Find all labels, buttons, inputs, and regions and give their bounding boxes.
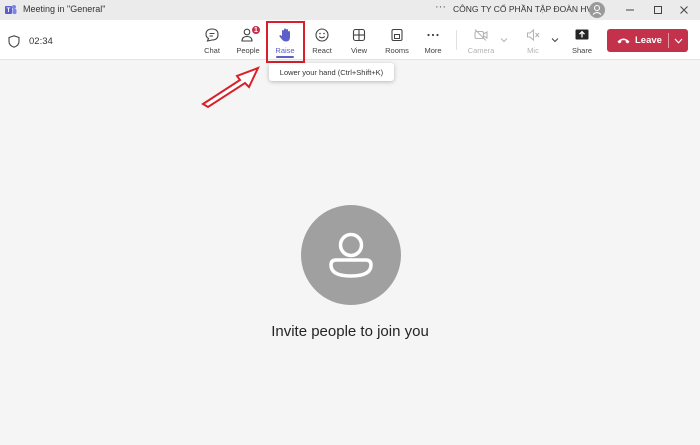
invite-message: Invite people to join you	[271, 323, 429, 340]
participant-avatar	[301, 205, 401, 305]
highlight-box	[266, 21, 305, 63]
organization-name[interactable]: CÔNG TY CỔ PHẦN TẬP ĐOÀN HVN	[453, 4, 598, 14]
rooms-label: Rooms	[385, 46, 409, 55]
leave-divider	[668, 33, 669, 48]
share-label: Share	[571, 46, 592, 55]
meeting-timer: 02:34	[29, 36, 53, 47]
teams-icon: T	[5, 5, 17, 14]
chevron-down-icon[interactable]	[551, 37, 559, 43]
chat-label: Chat	[204, 46, 220, 55]
more-options-icon[interactable]: ···	[435, 1, 446, 13]
camera-off-icon	[474, 29, 488, 41]
raise-hand-tooltip: Lower your hand (Ctrl+Shift+K)	[269, 63, 394, 81]
shield-icon[interactable]	[8, 35, 20, 48]
camera-button[interactable]: Camera	[464, 23, 498, 57]
more-button[interactable]: More	[416, 23, 450, 57]
mic-button[interactable]: Mic	[516, 23, 550, 57]
chat-button[interactable]: Chat	[195, 23, 229, 57]
leave-label: Leave	[635, 35, 662, 46]
arrow-icon	[201, 66, 260, 109]
smiley-icon	[315, 28, 329, 42]
people-button[interactable]: 1 People	[231, 23, 265, 57]
phone-icon	[617, 38, 630, 44]
rooms-icon	[391, 28, 403, 42]
avatar-icon	[329, 232, 373, 278]
title-bar: T Meeting in "General" ··· CÔNG TY CỔ PH…	[0, 0, 700, 20]
share-icon	[575, 29, 589, 40]
mic-off-icon	[526, 28, 540, 42]
meeting-toolbar: 02:34 Chat 1 People Raise React View Roo…	[0, 20, 700, 60]
account-avatar[interactable]	[589, 2, 605, 18]
people-count-badge: 1	[251, 25, 261, 35]
rooms-button[interactable]: Rooms	[380, 23, 414, 57]
leave-button[interactable]: Leave	[607, 29, 688, 52]
people-label: People	[236, 46, 260, 55]
grid-icon	[352, 28, 366, 42]
chevron-down-icon[interactable]	[500, 37, 508, 43]
react-button[interactable]: React	[305, 23, 339, 57]
toolbar-divider	[456, 30, 457, 50]
svg-text:T: T	[7, 8, 11, 14]
minimize-icon[interactable]	[622, 2, 638, 18]
react-label: React	[312, 46, 332, 55]
chat-icon	[205, 28, 219, 42]
avatar-icon	[592, 5, 602, 15]
more-icon	[427, 33, 439, 37]
view-label: View	[350, 46, 368, 55]
window-title: Meeting in "General"	[23, 4, 106, 14]
view-button[interactable]: View	[342, 23, 376, 57]
share-button[interactable]: Share	[565, 23, 599, 57]
chevron-down-icon[interactable]	[674, 38, 683, 44]
camera-label: Camera	[467, 46, 495, 55]
mic-label: Mic	[527, 46, 539, 55]
maximize-icon[interactable]	[650, 2, 666, 18]
more-label: More	[424, 46, 442, 55]
close-icon[interactable]	[676, 2, 692, 18]
